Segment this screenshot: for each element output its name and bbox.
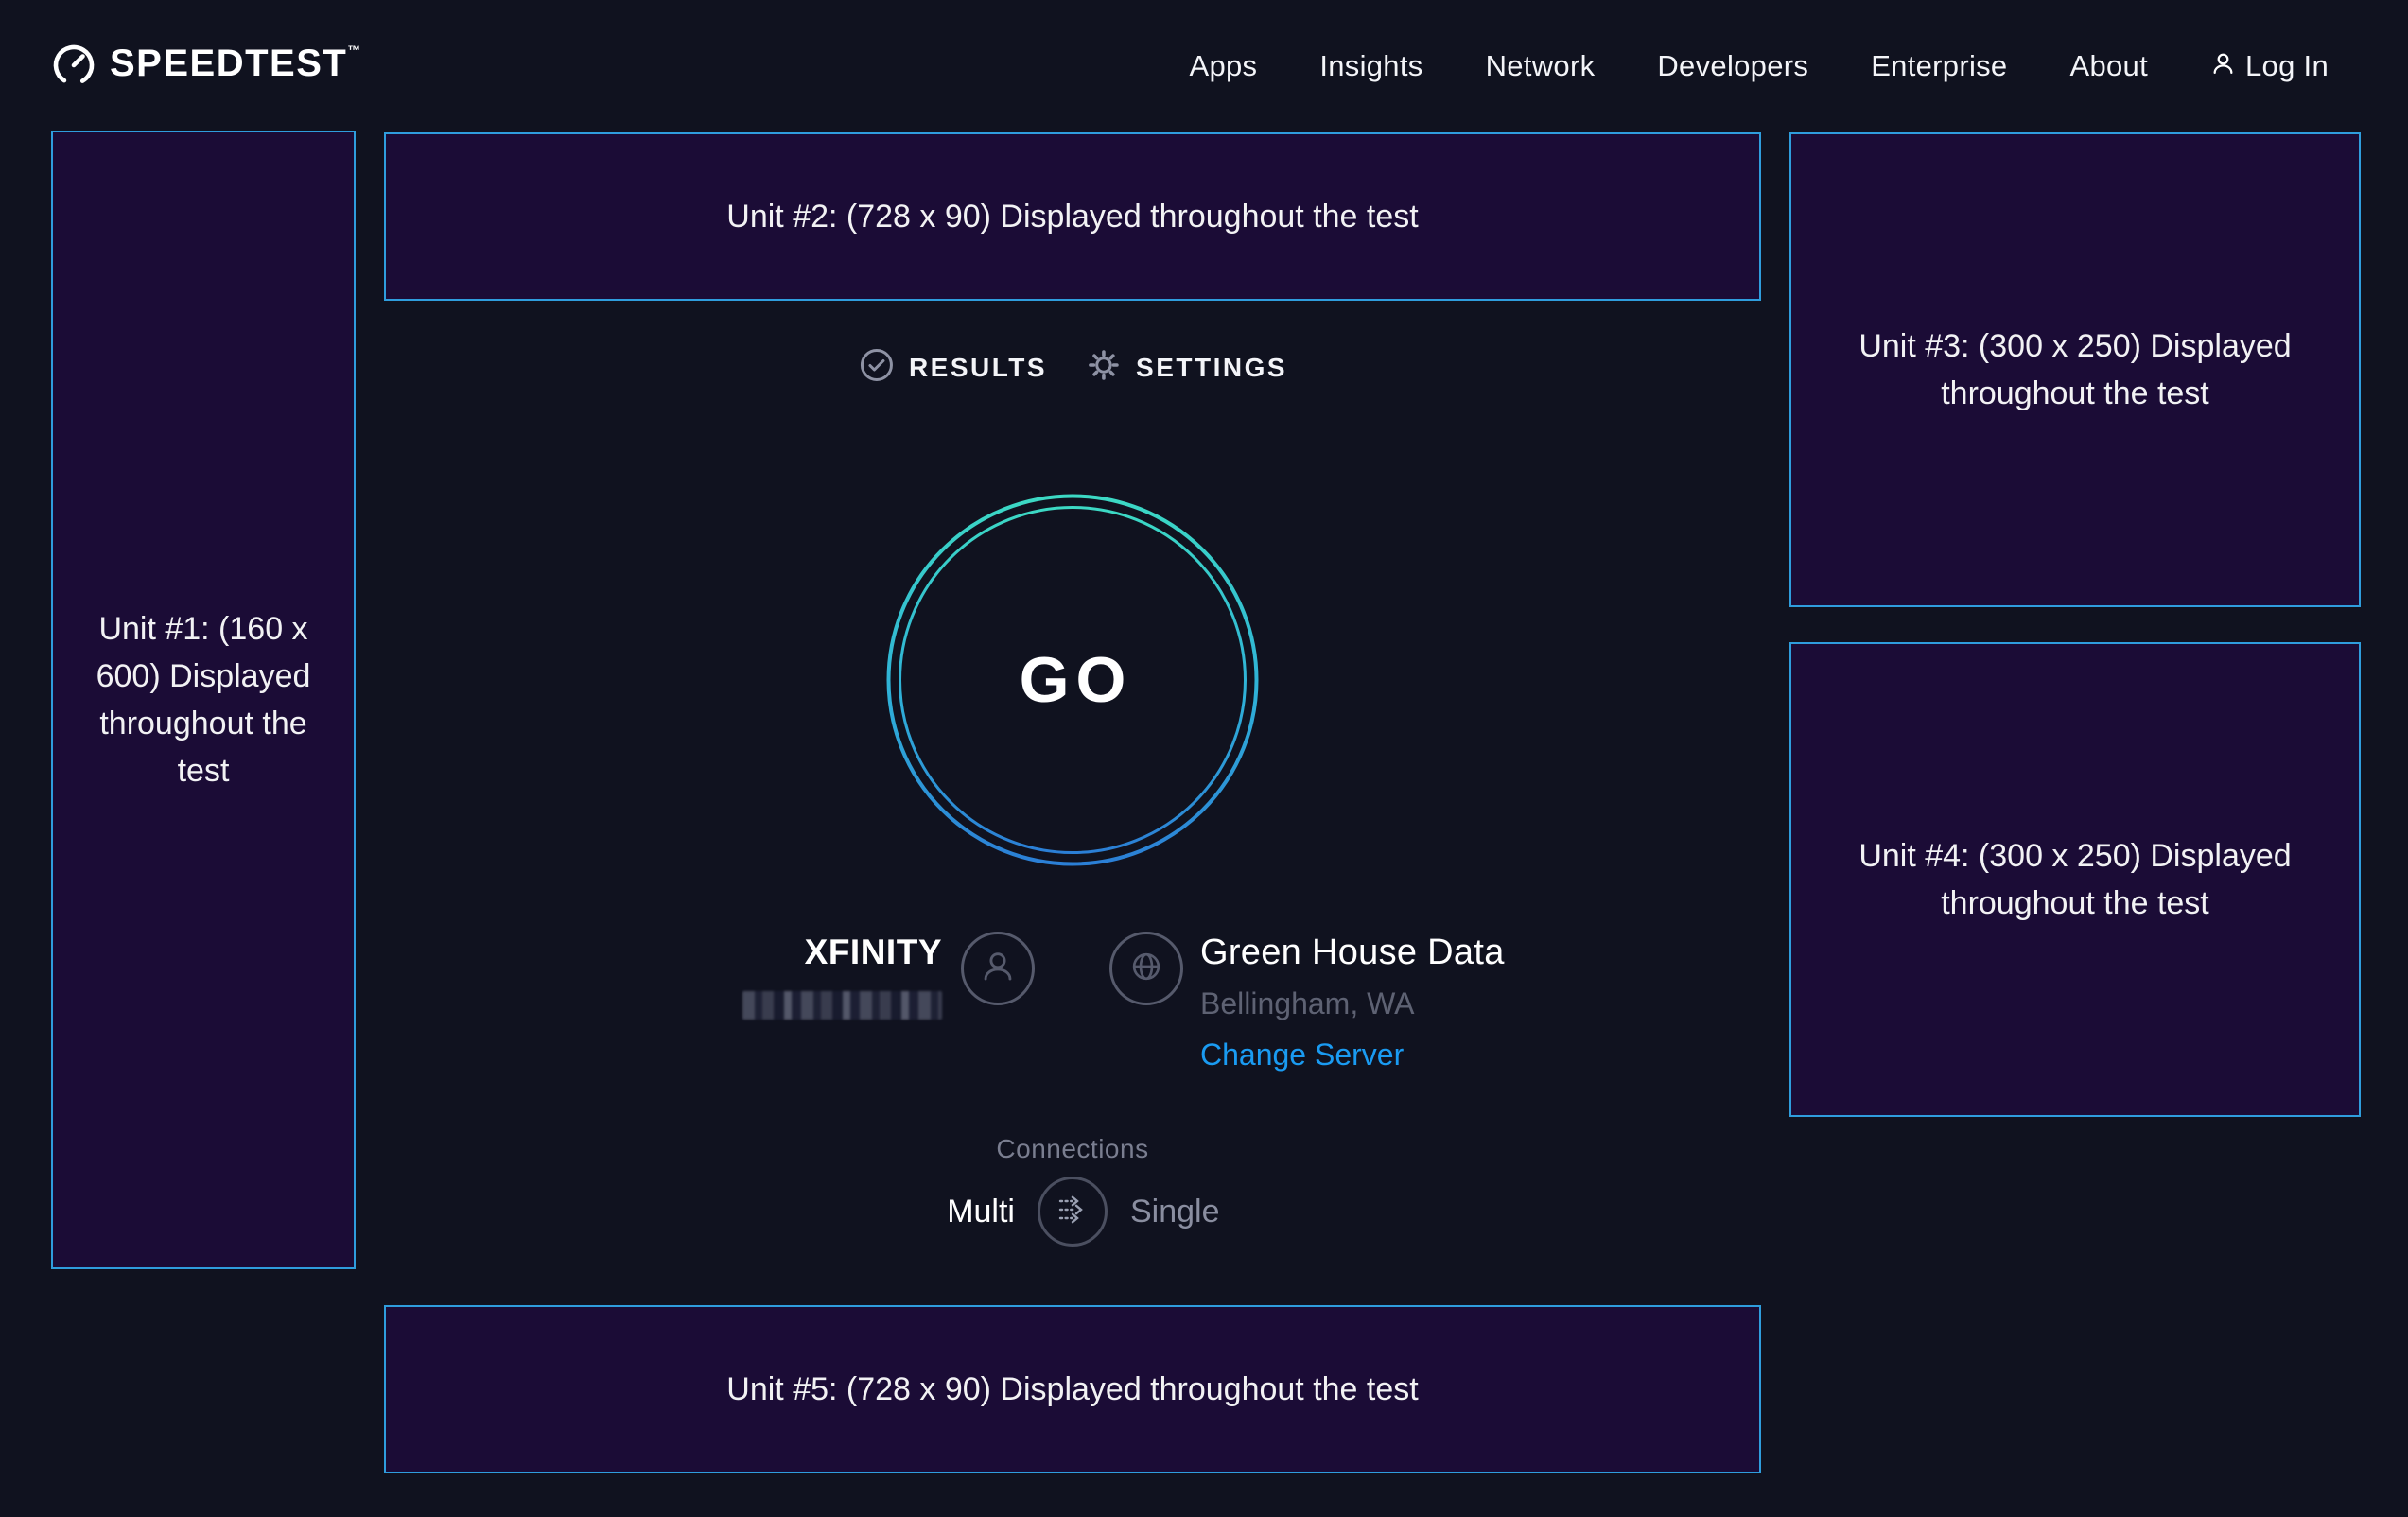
login-button[interactable]: Log In [2210,49,2329,83]
isp-block: XFINITY [742,932,1035,1020]
tab-settings-label: SETTINGS [1136,353,1287,383]
ad-unit-4[interactable]: Unit #4: (300 x 250) Displayed throughou… [1789,642,2361,1117]
ad-unit-2-label: Unit #2: (728 x 90) Displayed throughout… [726,193,1418,240]
ad-unit-1-label: Unit #1: (160 x 600) Displayed throughou… [78,605,329,794]
nav-item-apps[interactable]: Apps [1189,49,1257,83]
isp-name: XFINITY [742,932,942,973]
redacted-ip [742,991,942,1020]
ad-unit-5[interactable]: Unit #5: (728 x 90) Displayed throughout… [384,1305,1761,1473]
speedtest-logo[interactable]: SPEEDTEST™ [51,41,362,93]
multi-arrows-icon [1052,1189,1093,1235]
ad-unit-3-label: Unit #3: (300 x 250) Displayed throughou… [1829,323,2321,417]
header: SPEEDTEST™ Apps Insights Network Develop… [0,0,2408,132]
multi-label[interactable]: Multi [864,1194,1015,1230]
nav-item-enterprise[interactable]: Enterprise [1871,49,2007,83]
ad-unit-5-label: Unit #5: (728 x 90) Displayed throughout… [726,1366,1418,1413]
ad-unit-1[interactable]: Unit #1: (160 x 600) Displayed throughou… [51,131,356,1269]
brand-name: SPEEDTEST™ [110,41,362,86]
go-button[interactable]: GO [886,494,1259,866]
avatar-icon [976,945,1020,993]
ad-unit-2[interactable]: Unit #2: (728 x 90) Displayed throughout… [384,132,1761,301]
nav-item-network[interactable]: Network [1486,49,1596,83]
gauge-icon [51,41,96,93]
server-location: Bellingham, WA [1200,986,1505,1020]
login-person-icon [2210,51,2236,81]
tab-results-label: RESULTS [909,353,1047,383]
ad-unit-4-label: Unit #4: (300 x 250) Displayed throughou… [1829,832,2321,927]
nav-item-insights[interactable]: Insights [1319,49,1422,83]
nav-item-developers[interactable]: Developers [1657,49,1808,83]
login-label: Log In [2245,49,2329,83]
globe-circle [1109,932,1183,1005]
main-nav: Apps Insights Network Developers Enterpr… [1189,49,2329,83]
server-block: Green House Data Bellingham, WA Change S… [1109,932,1505,1072]
connections-toggle-row: Multi Single [864,1177,1282,1247]
connections-toggle[interactable] [1038,1177,1108,1247]
trademark: ™ [347,43,362,58]
nav-item-about[interactable]: About [2069,49,2148,83]
single-label[interactable]: Single [1130,1194,1282,1230]
view-tabs: RESULTS SETTINGS [858,346,1287,389]
check-circle-icon [858,346,896,389]
tab-settings[interactable]: SETTINGS [1085,346,1287,389]
gear-icon [1085,346,1123,389]
ad-unit-3[interactable]: Unit #3: (300 x 250) Displayed throughou… [1789,132,2361,607]
tab-results[interactable]: RESULTS [858,346,1047,389]
server-name: Green House Data [1200,932,1505,973]
globe-icon [1125,945,1168,993]
app-root: { "colors": { "bg": "#10121f", "ad_bg": … [0,0,2408,1517]
change-server-link[interactable]: Change Server [1200,1037,1404,1072]
connections-label: Connections [996,1134,1148,1164]
avatar-circle [961,932,1035,1005]
go-label: GO [886,494,1259,866]
